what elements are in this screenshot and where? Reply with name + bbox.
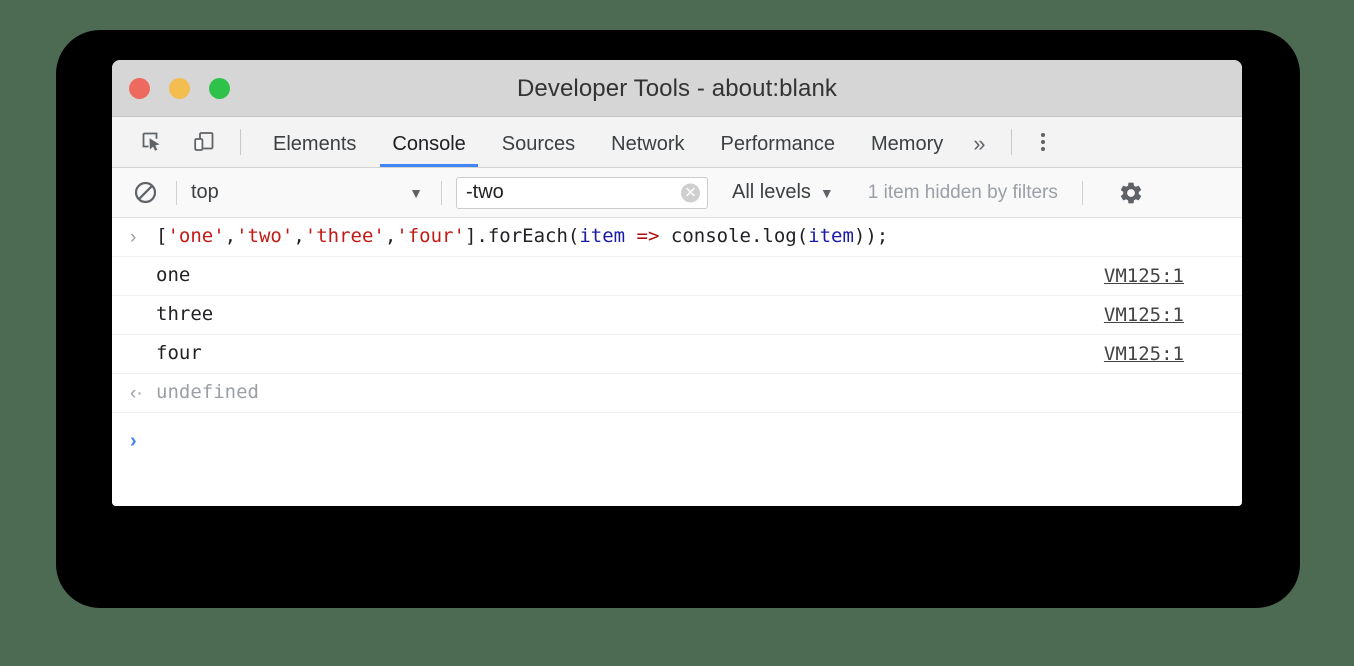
tab-console[interactable]: Console [374, 118, 483, 167]
device-toolbar-icon[interactable] [184, 125, 224, 159]
console-result-row: ‹· undefined [112, 374, 1242, 413]
result-value: undefined [156, 381, 259, 405]
clear-console-icon[interactable] [128, 176, 162, 210]
devtools-tab-bar: Elements Console Sources Network Perform… [112, 117, 1242, 168]
tab-sources[interactable]: Sources [484, 118, 593, 167]
log-message-text: one [156, 264, 190, 288]
toolbar-divider [240, 129, 241, 155]
devtools-window: Developer Tools - about:blank Elements C… [112, 60, 1242, 506]
console-log-row: one VM125:1 [112, 257, 1242, 296]
hidden-items-message: 1 item hidden by filters [868, 182, 1058, 204]
filter-input-wrapper[interactable]: ✕ [456, 177, 708, 209]
filter-input[interactable] [457, 178, 707, 208]
console-prompt-row[interactable]: › [112, 413, 1242, 469]
log-level-label: All levels [732, 181, 811, 204]
more-tabs-icon[interactable]: » [961, 118, 997, 167]
source-link[interactable]: VM125:1 [1104, 343, 1184, 365]
tab-elements[interactable]: Elements [255, 118, 374, 167]
execution-context-selector[interactable]: top ▼ [191, 178, 427, 208]
console-input-row: › ['one','two','three','four'].forEach(i… [112, 218, 1242, 257]
filterbar-divider-1 [176, 181, 177, 205]
tab-performance[interactable]: Performance [703, 118, 854, 167]
chevron-down-icon: ▼ [820, 185, 834, 201]
input-prompt-icon: › [130, 228, 156, 247]
log-message-text: three [156, 303, 213, 327]
filterbar-divider-2 [441, 181, 442, 205]
source-link[interactable]: VM125:1 [1104, 265, 1184, 287]
log-level-selector[interactable]: All levels ▼ [732, 178, 838, 208]
execution-context-label: top [191, 181, 409, 204]
console-input-expression: ['one','two','three','four'].forEach(ite… [156, 225, 888, 249]
console-message-list[interactable]: › ['one','two','three','four'].forEach(i… [112, 218, 1242, 506]
log-message-text: four [156, 342, 202, 366]
console-log-row: four VM125:1 [112, 335, 1242, 374]
title-bar: Developer Tools - about:blank [112, 60, 1242, 117]
console-filter-toolbar: top ▼ ✕ All levels ▼ 1 item hidden by fi… [112, 168, 1242, 218]
tab-memory[interactable]: Memory [853, 118, 961, 167]
result-arrow-icon: ‹· [130, 384, 156, 403]
settings-gear-icon[interactable] [1113, 175, 1149, 211]
filterbar-divider-3 [1082, 181, 1083, 205]
source-link[interactable]: VM125:1 [1104, 304, 1184, 326]
tabbar-divider [1011, 129, 1012, 155]
console-log-row: three VM125:1 [112, 296, 1242, 335]
clear-input-icon[interactable]: ✕ [681, 183, 700, 202]
tab-network[interactable]: Network [593, 118, 702, 167]
more-vertical-icon[interactable] [1026, 125, 1060, 159]
inspect-element-icon[interactable] [132, 125, 172, 159]
chevron-down-icon: ▼ [409, 185, 423, 201]
prompt-chevron-icon: › [130, 431, 156, 451]
window-title: Developer Tools - about:blank [112, 75, 1242, 103]
